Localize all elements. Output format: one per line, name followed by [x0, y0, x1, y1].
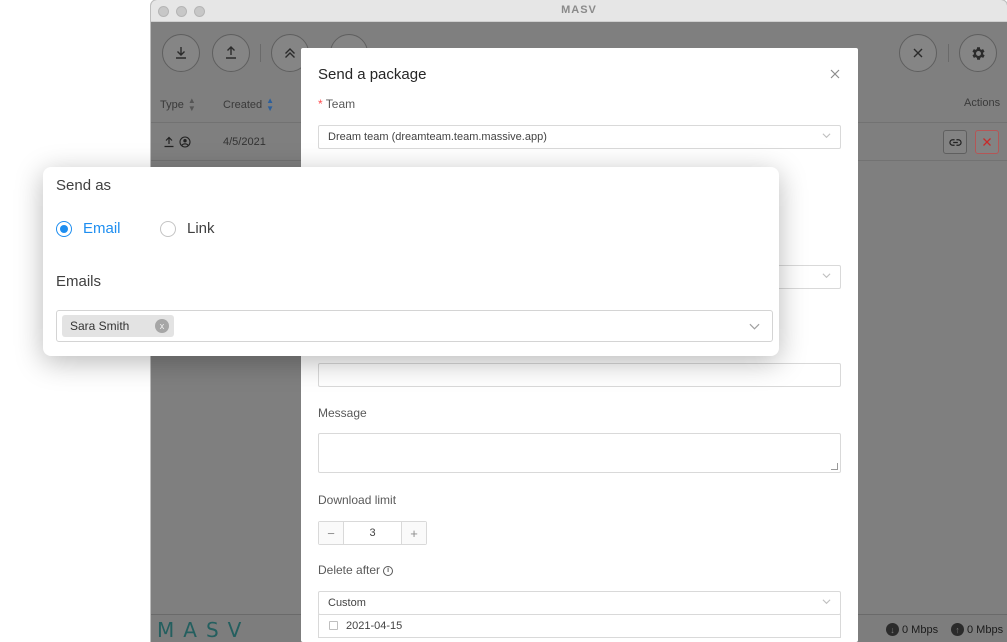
- settings-button[interactable]: [959, 34, 997, 72]
- chevron-down-icon: [822, 133, 831, 139]
- title-bar: MASV: [151, 0, 1007, 22]
- team-select[interactable]: Dream team (dreamteam.team.massive.app): [318, 125, 841, 149]
- subject-input[interactable]: [318, 363, 841, 387]
- sort-icon: ▲ ▼: [187, 96, 196, 113]
- required-mark: *: [318, 97, 326, 111]
- masv-logo: MASV: [157, 618, 251, 642]
- download-speed: ↓ 0 Mbps: [886, 623, 938, 636]
- chevron-down-icon[interactable]: [749, 321, 760, 332]
- radio-checked-icon[interactable]: [56, 220, 72, 237]
- close-icon: [983, 138, 991, 146]
- delete-after-label: Delete after i: [318, 563, 394, 577]
- user-icon: [179, 136, 191, 148]
- download-button[interactable]: [162, 34, 200, 72]
- delete-date-picker[interactable]: 2021-04-15: [318, 614, 841, 638]
- radio-unchecked-icon[interactable]: [160, 220, 176, 237]
- row-created-cell: 4/5/2021: [223, 136, 266, 148]
- cancel-transfers-button[interactable]: [899, 34, 937, 72]
- delete-after-select[interactable]: Custom: [318, 591, 841, 615]
- download-limit-label: Download limit: [318, 493, 397, 507]
- modal-title: Send a package: [318, 66, 427, 83]
- copy-link-button[interactable]: [943, 130, 967, 154]
- increment-button[interactable]: +: [402, 522, 426, 544]
- window-title: MASV: [561, 4, 597, 16]
- close-icon: [913, 48, 923, 58]
- row-type-cell: [163, 136, 191, 148]
- upload-speed: ↑ 0 Mbps: [951, 623, 1003, 636]
- gear-icon: [971, 46, 985, 60]
- upload-button[interactable]: [212, 34, 250, 72]
- upload-speed-icon: ↑: [951, 623, 964, 636]
- radio-link[interactable]: Link: [160, 220, 215, 237]
- emails-label: Emails: [56, 273, 102, 290]
- sort-icon: ▲ ▼: [266, 96, 275, 113]
- modal-close-button[interactable]: [830, 66, 840, 82]
- chevron-down-icon: [822, 599, 831, 605]
- download-speed-icon: ↓: [886, 623, 899, 636]
- radio-email[interactable]: Email: [56, 220, 121, 237]
- download-icon: [176, 47, 186, 59]
- remove-recipient-button[interactable]: x: [155, 319, 169, 333]
- message-label: Message: [318, 406, 367, 420]
- message-textarea[interactable]: [318, 433, 841, 473]
- screen: MASV Type ▲ ▼ Created ▲ ▼ Actions 4/5/20…: [0, 0, 1007, 642]
- upload-icon: [164, 136, 174, 148]
- link-icon: [948, 138, 962, 146]
- delete-row-button[interactable]: [975, 130, 999, 154]
- calendar-icon: [329, 621, 338, 630]
- upload-icon: [226, 46, 236, 59]
- team-label: * Team: [318, 97, 356, 111]
- send-as-card: Send as Email Link Emails Sara Smith x: [43, 167, 779, 356]
- emails-input[interactable]: Sara Smith x: [56, 310, 773, 342]
- column-type[interactable]: Type ▲ ▼: [160, 97, 196, 113]
- decrement-button[interactable]: −: [319, 522, 343, 544]
- close-icon: [830, 69, 840, 79]
- toolbar-divider: [948, 44, 949, 62]
- double-chevron-up-icon: [285, 48, 295, 58]
- info-icon[interactable]: i: [383, 565, 394, 576]
- recipient-tag: Sara Smith x: [62, 315, 174, 337]
- toolbar-divider: [260, 44, 261, 62]
- column-actions: Actions: [964, 97, 1001, 109]
- send-as-label: Send as: [56, 177, 112, 194]
- resize-grip-icon[interactable]: [831, 463, 838, 470]
- chevron-down-icon: [822, 273, 831, 279]
- download-limit-stepper: − 3 +: [318, 521, 427, 545]
- column-created[interactable]: Created ▲ ▼: [223, 97, 274, 113]
- download-limit-value[interactable]: 3: [343, 522, 402, 544]
